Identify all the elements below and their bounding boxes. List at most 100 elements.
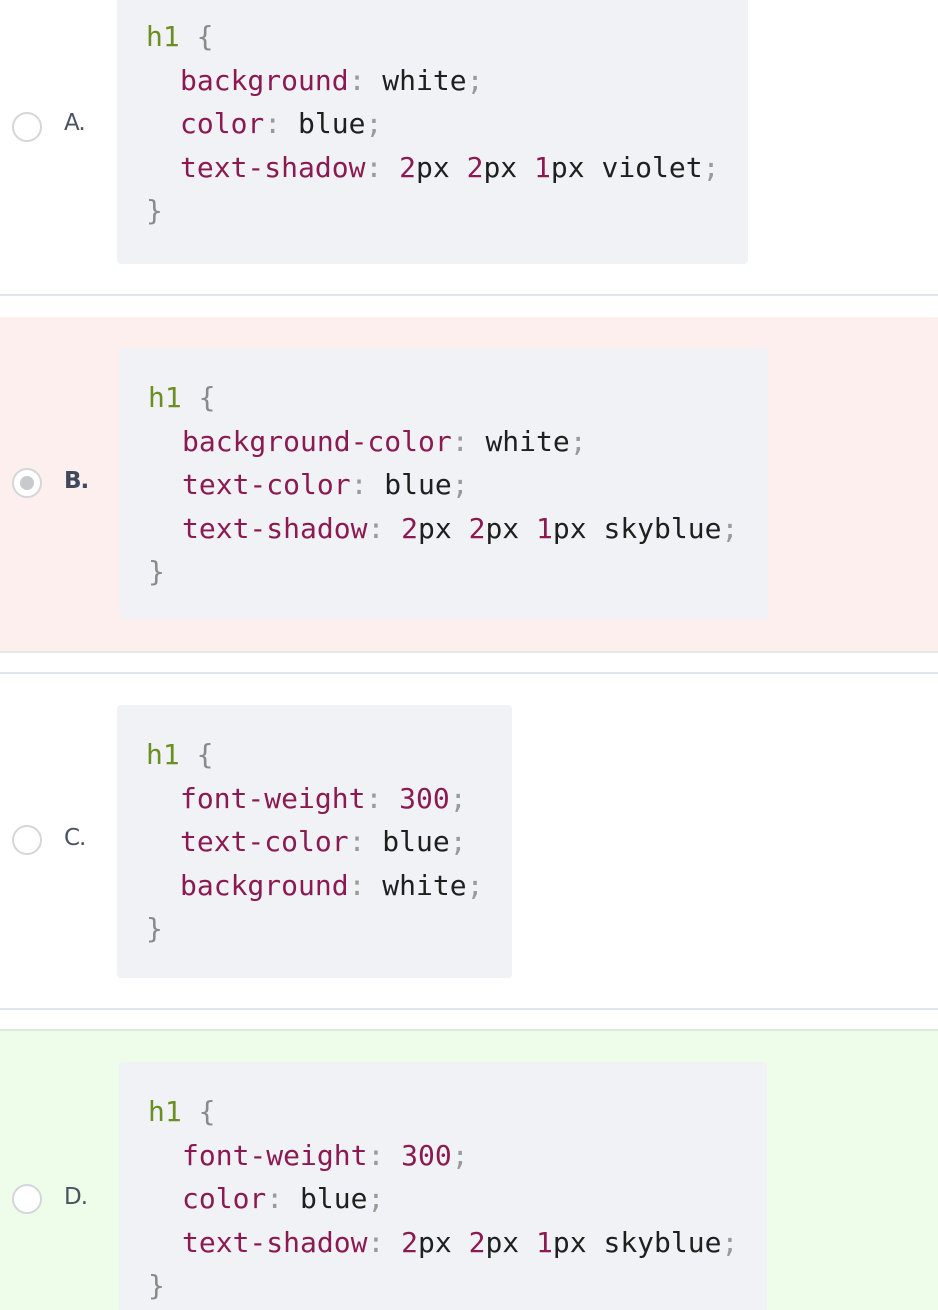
close-brace: } — [146, 194, 163, 227]
css-selector: h1 — [146, 20, 180, 53]
code-line-selector: h1 { — [148, 376, 768, 420]
css-property: text-shadow — [180, 150, 366, 184]
css-selector: h1 — [148, 381, 182, 414]
colon: : — [348, 868, 383, 902]
code-block-c: h1 {font-weight: 300; text-color: blue; ba… — [117, 705, 512, 978]
css-number: 1 — [534, 150, 551, 184]
code-line-selector: h1 { — [148, 1090, 767, 1134]
css-number: 2 — [401, 511, 419, 545]
open-brace: { — [196, 20, 214, 53]
semicolon: ; — [721, 1225, 739, 1259]
css-number: 2 — [466, 150, 484, 184]
colon: : — [365, 781, 400, 815]
css-number: 300 — [401, 1138, 452, 1172]
css-value: px — [418, 511, 469, 545]
css-property: background — [180, 63, 349, 97]
code-line-declaration: color: blue; — [148, 1177, 767, 1221]
divider — [0, 1029, 938, 1031]
css-value: px — [483, 150, 535, 184]
css-property: font-weight — [182, 1138, 368, 1172]
css-property: background-color — [182, 424, 452, 458]
colon: : — [367, 1225, 402, 1259]
css-number: 2 — [399, 150, 417, 184]
radio-button-d[interactable] — [12, 1184, 42, 1214]
colon: : — [367, 511, 402, 545]
colon: : — [348, 63, 383, 97]
css-property: text-color — [182, 468, 351, 501]
css-property: text-shadow — [182, 1225, 368, 1259]
radio-button-a[interactable] — [12, 112, 42, 142]
code-line-declaration: text-shadow: 2px 2px 1px skyblue; — [148, 1221, 767, 1265]
semicolon: ; — [367, 1182, 385, 1215]
css-value: px — [485, 511, 537, 545]
option-letter-b: B. — [64, 468, 89, 494]
css-value: blue — [300, 1182, 368, 1215]
code-line-declaration: text-color: blue; — [146, 820, 512, 864]
semicolon: ; — [721, 511, 739, 545]
code-line-close: } — [146, 189, 748, 233]
code-line-close: } — [146, 907, 512, 951]
css-number: 1 — [536, 511, 553, 545]
option-letter-d: D. — [64, 1184, 88, 1210]
css-value: px — [416, 150, 467, 184]
css-number: 300 — [399, 781, 450, 815]
css-value: blue — [384, 468, 452, 501]
code-line-declaration: background-color: white; — [148, 420, 768, 464]
code-line-declaration: color: blue; — [146, 102, 748, 146]
code-block-b: h1 {background-color: white; text-color: … — [119, 348, 768, 619]
semicolon: ; — [449, 825, 467, 858]
css-selector: h1 — [146, 738, 180, 771]
code-line-close: } — [148, 1264, 767, 1308]
close-brace: } — [148, 1269, 165, 1302]
code-line-declaration: text-shadow: 2px 2px 1px violet; — [146, 146, 748, 190]
semicolon: ; — [466, 868, 484, 902]
css-number: 2 — [468, 511, 486, 545]
semicolon: ; — [451, 468, 469, 501]
css-value: blue — [298, 107, 366, 140]
close-brace: } — [148, 555, 165, 588]
code-line-declaration: text-color: blue; — [148, 463, 768, 507]
radio-button-b[interactable] — [12, 468, 42, 498]
answer-option-c[interactable]: C. h1 {font-weight: 300; text-color: blue… — [0, 674, 938, 1008]
colon: : — [365, 150, 400, 184]
divider — [0, 651, 938, 653]
answer-option-b[interactable]: B. h1 {background-color: white; text-colo… — [0, 317, 938, 651]
css-value: px violet — [550, 150, 703, 184]
code-line-declaration: text-shadow: 2px 2px 1px skyblue; — [148, 507, 768, 551]
divider — [0, 294, 938, 296]
css-value: px skyblue — [552, 1225, 722, 1259]
open-brace: { — [198, 381, 216, 414]
semicolon: ; — [702, 150, 720, 184]
css-value: white — [382, 868, 467, 902]
open-brace: { — [198, 1095, 216, 1128]
css-value: px — [418, 1225, 469, 1259]
css-property: text-shadow — [182, 511, 368, 545]
css-property: background — [180, 868, 349, 902]
colon: : — [264, 107, 299, 140]
code-block-d: h1 {font-weight: 300; color: blue; text-sh… — [119, 1062, 767, 1310]
answer-option-a[interactable]: A. h1 {background: white; color: blue; tex… — [0, 0, 938, 294]
css-value: px skyblue — [552, 511, 722, 545]
css-property: color — [180, 107, 265, 140]
code-line-selector: h1 { — [146, 733, 512, 777]
css-value: blue — [382, 825, 450, 858]
code-line-declaration: background: white; — [146, 59, 748, 103]
semicolon: ; — [569, 424, 587, 458]
code-line-close: } — [148, 550, 768, 594]
code-line-declaration: font-weight: 300; — [148, 1134, 767, 1178]
colon: : — [350, 468, 385, 501]
css-number: 1 — [536, 1225, 553, 1259]
divider — [0, 1008, 938, 1010]
code-block-a: h1 {background: white; color: blue; text-s… — [117, 0, 748, 264]
css-property: text-color — [180, 825, 349, 858]
colon: : — [367, 1138, 402, 1172]
semicolon: ; — [466, 63, 484, 97]
code-line-declaration: font-weight: 300; — [146, 777, 512, 821]
css-value: white — [382, 63, 467, 97]
answer-option-d[interactable]: D. h1 {font-weight: 300; color: blue; text… — [0, 1031, 938, 1310]
code-line-selector: h1 { — [146, 15, 748, 59]
option-letter-a: A. — [64, 110, 86, 136]
open-brace: { — [196, 738, 214, 771]
css-value: white — [485, 424, 570, 458]
radio-button-c[interactable] — [12, 825, 42, 855]
